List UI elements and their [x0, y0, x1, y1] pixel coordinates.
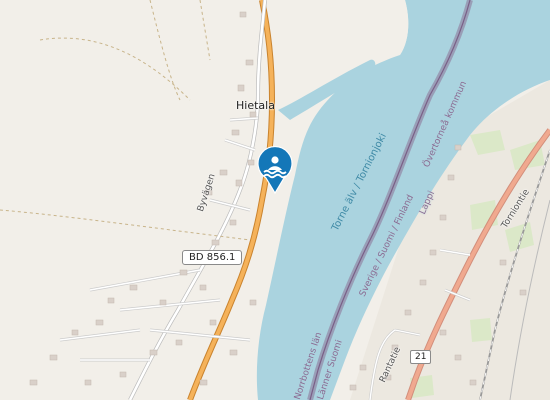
map-canvas[interactable]: Hietala Byvägen BD 856.1 21 Rantatie Tor…: [0, 0, 550, 400]
swimming-place-marker[interactable]: [255, 146, 295, 194]
route-21-shield: 21: [410, 350, 432, 364]
map-base: [0, 0, 550, 400]
swimming-place-icon: [257, 146, 293, 194]
place-label-hietala: Hietala: [236, 99, 275, 112]
route-shield: BD 856.1: [182, 250, 243, 265]
